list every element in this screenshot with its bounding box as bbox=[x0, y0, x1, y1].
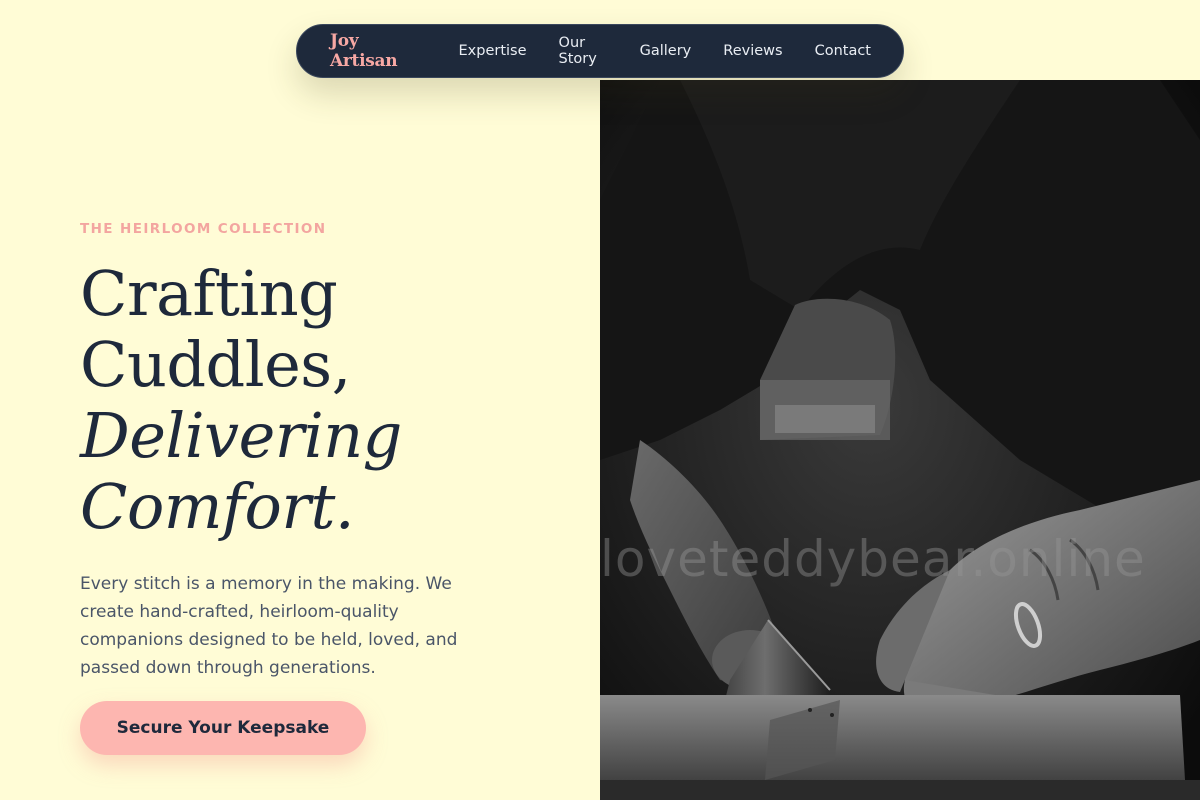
headline-line-2: Cuddles, bbox=[80, 328, 351, 401]
nav-link-contact[interactable]: Contact bbox=[815, 43, 871, 59]
hero-headline: Crafting Cuddles, Delivering Comfort. bbox=[80, 258, 402, 542]
nav-link-reviews[interactable]: Reviews bbox=[723, 43, 782, 59]
nav-links: Expertise Our Story Gallery Reviews Cont… bbox=[459, 35, 871, 67]
headline-line-1: Crafting bbox=[80, 257, 338, 330]
headline-line-4: Comfort. bbox=[80, 470, 355, 543]
brand-logo[interactable]: Joy Artisan bbox=[330, 31, 427, 71]
nav-link-expertise[interactable]: Expertise bbox=[459, 43, 527, 59]
craftsman-sawing-image bbox=[600, 80, 1200, 800]
nav-link-our-story[interactable]: Our Story bbox=[559, 35, 608, 67]
hero-photo: loveteddybear.online bbox=[600, 80, 1200, 800]
secure-keepsake-button[interactable]: Secure Your Keepsake bbox=[80, 701, 366, 755]
headline-line-3: Delivering bbox=[80, 399, 402, 472]
landing-page: loveteddybear.online Joy Artisan Experti… bbox=[0, 0, 1200, 800]
nav-link-gallery[interactable]: Gallery bbox=[640, 43, 692, 59]
hero-eyebrow: THE HEIRLOOM COLLECTION bbox=[80, 221, 327, 237]
hero-description: Every stitch is a memory in the making. … bbox=[80, 574, 458, 678]
top-navigation: Joy Artisan Expertise Our Story Gallery … bbox=[296, 24, 904, 78]
